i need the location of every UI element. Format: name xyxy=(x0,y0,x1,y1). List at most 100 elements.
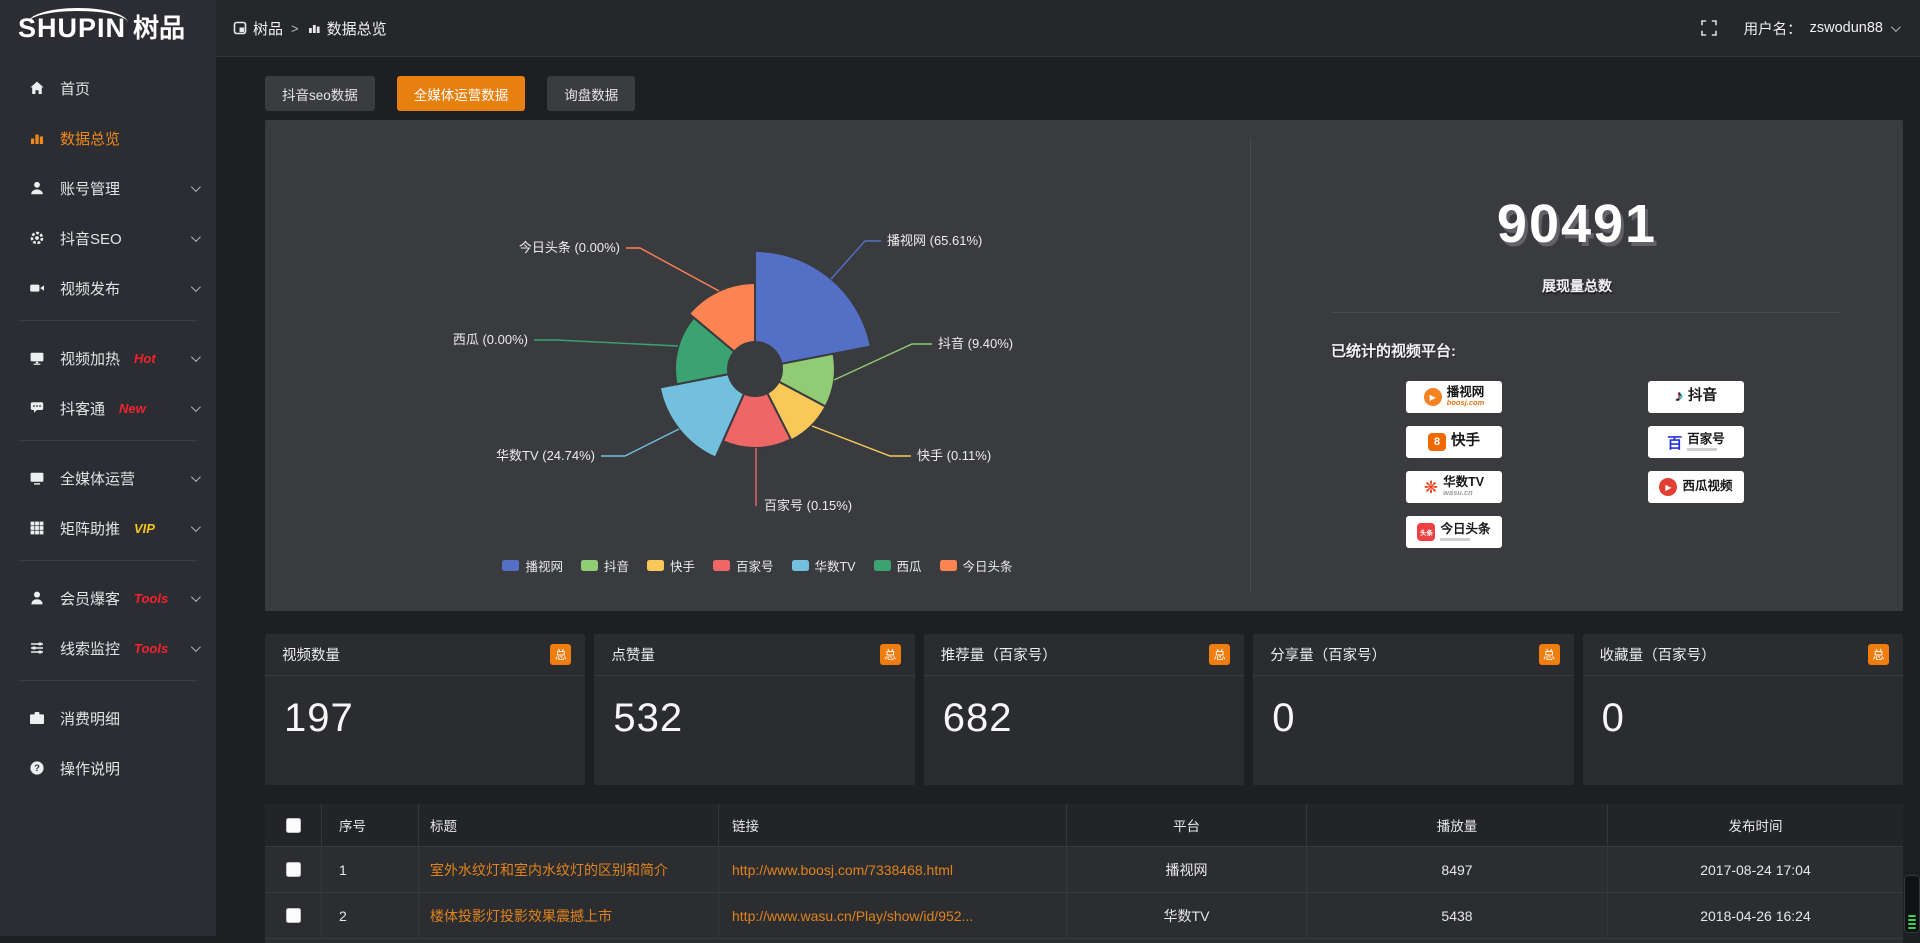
sidebar-item-label: 首页 xyxy=(60,78,90,99)
user-prefix-label: 用户名： xyxy=(1744,18,1802,39)
stat-card-value: 682 xyxy=(924,676,1244,741)
col-header-index: 序号 xyxy=(322,804,419,846)
sidebar-item-clue-monitor[interactable]: 线索监控 Tools xyxy=(0,623,216,673)
platform-badge-boosj: ▶ 播视网boosj.com xyxy=(1406,381,1502,413)
chevron-down-icon xyxy=(191,182,201,192)
legend-item-西瓜[interactable]: 西瓜 xyxy=(874,556,922,575)
legend-swatch xyxy=(713,560,730,571)
video-url-link[interactable]: http://www.boosj.com/7338468.html xyxy=(732,862,953,878)
chat-bubble-icon xyxy=(28,400,45,416)
legend-label: 抖音 xyxy=(604,556,629,575)
pie-label: 西瓜 (0.00%) xyxy=(453,332,528,347)
legend-label: 百家号 xyxy=(736,556,774,575)
legend-item-播视网[interactable]: 播视网 xyxy=(502,556,563,575)
sidebar-item-doketong[interactable]: 抖客通 New xyxy=(0,383,216,433)
stat-card-label: 视频数量 xyxy=(282,644,340,665)
breadcrumb-root[interactable]: 树品 xyxy=(233,18,283,39)
platform-badge-baijiahao: 百 百家号 xyxy=(1648,426,1744,458)
legend-swatch xyxy=(940,560,957,571)
row-checkbox[interactable] xyxy=(286,862,301,877)
tab-douyin-seo-data[interactable]: 抖音seo数据 xyxy=(265,76,375,111)
sidebar-item-video-publish[interactable]: 视频发布 xyxy=(0,263,216,313)
pie-leader-line xyxy=(626,248,719,291)
breadcrumb-separator: > xyxy=(291,21,299,36)
fullscreen-button[interactable] xyxy=(1700,19,1718,37)
stat-card-recommends: 推荐量（百家号） 总 682 xyxy=(924,634,1244,785)
tab-omnimedia-data[interactable]: 全媒体运营数据 xyxy=(397,76,526,111)
sidebar: 首页 数据总览 账号管理 抖音SEO 视频发布 视频加热 Hot 抖客通 New… xyxy=(0,56,216,936)
sidebar-item-account-mgmt[interactable]: 账号管理 xyxy=(0,163,216,213)
sidebar-item-label: 抖音SEO xyxy=(60,228,122,249)
performance-monitor-widget[interactable] xyxy=(1904,875,1920,933)
total-badge[interactable]: 总 xyxy=(1868,644,1889,665)
chevron-down-icon xyxy=(191,522,201,532)
tools-badge: Tools xyxy=(134,641,168,656)
xigua-play-icon: ▶ xyxy=(1659,478,1677,496)
sidebar-item-member-leads[interactable]: 会员爆客 Tools xyxy=(0,573,216,623)
total-badge[interactable]: 总 xyxy=(1209,644,1230,665)
wallet-icon xyxy=(28,710,45,726)
pie-label: 华数TV (24.74%) xyxy=(496,448,595,463)
main-content: 抖音seo数据 全媒体运营数据 询盘数据 播视网 (65.61%) 抖音 (9.4… xyxy=(216,56,1920,936)
breadcrumb-current[interactable]: 数据总览 xyxy=(307,18,387,39)
display-icon xyxy=(28,350,45,366)
chart-legend: 播视网 抖音 快手 百家号华数TV 西瓜今日头条 xyxy=(265,556,1250,575)
breadcrumb: 树品 > 数据总览 xyxy=(233,18,387,39)
stat-card-label: 推荐量（百家号） xyxy=(941,644,1057,665)
total-badge[interactable]: 总 xyxy=(550,644,571,665)
legend-swatch xyxy=(581,560,598,571)
cell-plays: 8497 xyxy=(1307,847,1608,892)
sidebar-item-douyin-seo[interactable]: 抖音SEO xyxy=(0,213,216,263)
sidebar-item-label: 视频发布 xyxy=(60,278,120,299)
legend-item-抖音[interactable]: 抖音 xyxy=(581,556,629,575)
cell-index: 1 xyxy=(322,847,419,892)
video-title-link[interactable]: 楼体投影灯投影效果震撼上市 xyxy=(430,906,612,926)
total-badge[interactable]: 总 xyxy=(880,644,901,665)
video-title-link[interactable]: 室外水纹灯和室内水纹灯的区别和简介 xyxy=(430,860,668,880)
video-camera-icon xyxy=(28,280,45,296)
pie-label: 播视网 (65.61%) xyxy=(887,233,982,248)
pie-label: 百家号 (0.15%) xyxy=(764,498,852,513)
total-badge[interactable]: 总 xyxy=(1539,644,1560,665)
platform-tagline-bar xyxy=(1687,448,1717,451)
cell-index: 2 xyxy=(322,893,419,938)
logo[interactable]: SHUPIN 树品 xyxy=(0,0,216,56)
legend-label: 快手 xyxy=(670,556,695,575)
sidebar-item-data-overview[interactable]: 数据总览 xyxy=(0,113,216,163)
video-url-link[interactable]: http://www.wasu.cn/Play/show/id/952... xyxy=(732,908,973,924)
platform-name: 快手 xyxy=(1451,434,1480,449)
sidebar-item-omnimedia[interactable]: 全媒体运营 xyxy=(0,453,216,503)
pie-leader-line xyxy=(601,429,679,456)
select-all-checkbox[interactable] xyxy=(286,818,301,833)
sidebar-item-label: 全媒体运营 xyxy=(60,468,135,489)
wasu-starburst-icon: ❋ xyxy=(1424,479,1438,496)
platform-share-chart: 播视网 (65.61%)抖音 (9.40%)快手 (0.11%)百家号 (0.1… xyxy=(265,120,1250,611)
sliders-icon xyxy=(28,640,45,656)
stat-card-likes: 点赞量总 532 xyxy=(594,634,914,785)
sidebar-item-home[interactable]: 首页 xyxy=(0,63,216,113)
legend-item-百家号[interactable]: 百家号 xyxy=(713,556,774,575)
pie-label: 抖音 (9.40%) xyxy=(938,336,1013,351)
logo-cn-text: 树品 xyxy=(133,15,185,41)
stat-card-favorites: 收藏量（百家号）总 0 xyxy=(1583,634,1903,785)
sidebar-item-help[interactable]: ? 操作说明 xyxy=(0,743,216,793)
legend-item-华数TV[interactable]: 华数TV xyxy=(792,556,856,575)
sidebar-item-video-heat[interactable]: 视频加热 Hot xyxy=(0,333,216,383)
legend-item-今日头条[interactable]: 今日头条 xyxy=(940,556,1013,575)
legend-swatch xyxy=(502,560,519,571)
sidebar-item-spend-details[interactable]: 消费明细 xyxy=(0,693,216,743)
tab-inquiry-data[interactable]: 询盘数据 xyxy=(547,76,635,111)
table-header-row: 序号 标题 链接 平台 播放量 发布时间 xyxy=(265,804,1903,846)
sidebar-divider xyxy=(18,440,198,441)
sidebar-item-matrix-boost[interactable]: 矩阵助推 VIP xyxy=(0,503,216,553)
platform-name: 播视网boosj.com xyxy=(1447,386,1485,407)
chevron-down-icon xyxy=(191,402,201,412)
platform-name: 抖音 xyxy=(1688,389,1717,404)
sidebar-divider xyxy=(18,320,198,321)
row-checkbox[interactable] xyxy=(286,908,301,923)
user-menu[interactable]: 用户名： zswodun88 xyxy=(1744,18,1898,39)
impressions-total-label: 展现量总数 xyxy=(1251,276,1903,296)
legend-item-快手[interactable]: 快手 xyxy=(647,556,695,575)
col-header-plays: 播放量 xyxy=(1307,804,1608,846)
pie-leader-line xyxy=(534,340,678,346)
